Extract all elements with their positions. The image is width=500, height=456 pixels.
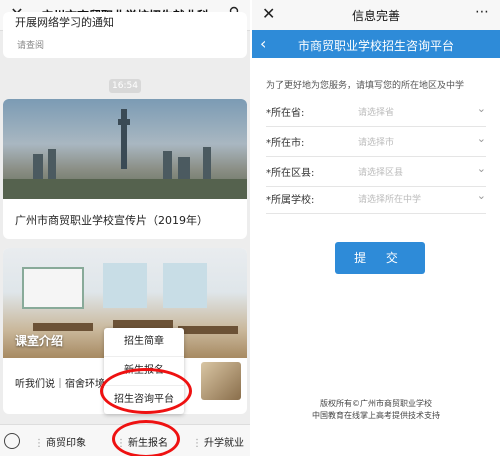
red-circle-annotation (112, 420, 180, 456)
left-phone-screen: ✕ 广州市商贸职业学校招生就业科 开展网络学习的通知 请查阅 16:54 广州市… (0, 0, 250, 456)
field-placeholder: 请选择市 (358, 138, 395, 148)
article-thumbnail (201, 362, 241, 400)
field-placeholder: 请选择所在中学 (358, 195, 422, 205)
notice-title: 开展网络学习的通知 (15, 16, 114, 29)
field-label: *所在市: (266, 138, 305, 149)
chevron-down-icon: ⌄ (476, 132, 486, 145)
submit-button[interactable]: 提 交 (335, 242, 425, 274)
notice-sub: 请查阅 (17, 41, 45, 51)
tab-label: 商贸印象 (46, 438, 86, 449)
more-icon[interactable]: ⋯ (475, 4, 490, 20)
footer-copyright: 版权所有©广州市商贸职业学校 (320, 399, 432, 408)
chevron-down-icon: ⌄ (476, 162, 486, 175)
article-caption: 听我们说｜宿舍环境 (15, 379, 105, 390)
intro-text: 为了更好地为您服务，请填写您的所在地区及中学 (266, 81, 465, 91)
page-title: 信息完善 (351, 9, 400, 23)
chevron-down-icon: ⌄ (476, 102, 486, 115)
red-circle-annotation (100, 368, 192, 414)
right-phone-screen: ✕ 信息完善 ⋯ ‹ 市商贸职业学校招生咨询平台 为了更好地为您服务，请填写您的… (252, 0, 500, 456)
message-time: 16:54 (109, 79, 141, 93)
banner-title: 市商贸职业学校招生咨询平台 (297, 39, 454, 53)
city-skyline-image (3, 99, 247, 199)
field-label: *所在区县: (266, 168, 315, 179)
tab-label: 升学就业 (204, 438, 244, 449)
field-placeholder: 请选择区县 (358, 168, 404, 178)
field-label: *所在省: (266, 108, 305, 119)
right-header: ✕ 信息完善 ⋯ (252, 0, 500, 31)
footer-support: 中国教育在线掌上高考提供技术支持 (312, 411, 440, 420)
tab-shangmao-impression[interactable]: ⋮ 商贸印象 (34, 434, 86, 449)
image-label: 课室介绍 (15, 334, 64, 348)
keyboard-icon[interactable] (4, 433, 20, 449)
city-field[interactable]: *所在市: 请选择市 ⌄ (266, 126, 486, 157)
field-placeholder: 请选择省 (358, 108, 395, 118)
video-card[interactable]: 广州市商贸职业学校宣传片（2019年） (3, 99, 247, 239)
video-caption: 广州市商贸职业学校宣传片（2019年） (15, 214, 208, 227)
notice-card[interactable]: 开展网络学习的通知 请查阅 (3, 12, 247, 58)
chevron-down-icon: ⌄ (476, 189, 486, 202)
tab-further-study-employment[interactable]: ⋮ 升学就业 (192, 434, 244, 449)
province-field[interactable]: *所在省: 请选择省 ⌄ (266, 96, 486, 127)
menu-item-admission-guide[interactable]: 招生简章 (104, 328, 184, 357)
platform-banner: ‹ 市商贸职业学校招生咨询平台 (252, 30, 500, 58)
field-label: *所属学校: (266, 195, 315, 206)
school-field[interactable]: *所属学校: 请选择所在中学 ⌄ (266, 183, 486, 214)
